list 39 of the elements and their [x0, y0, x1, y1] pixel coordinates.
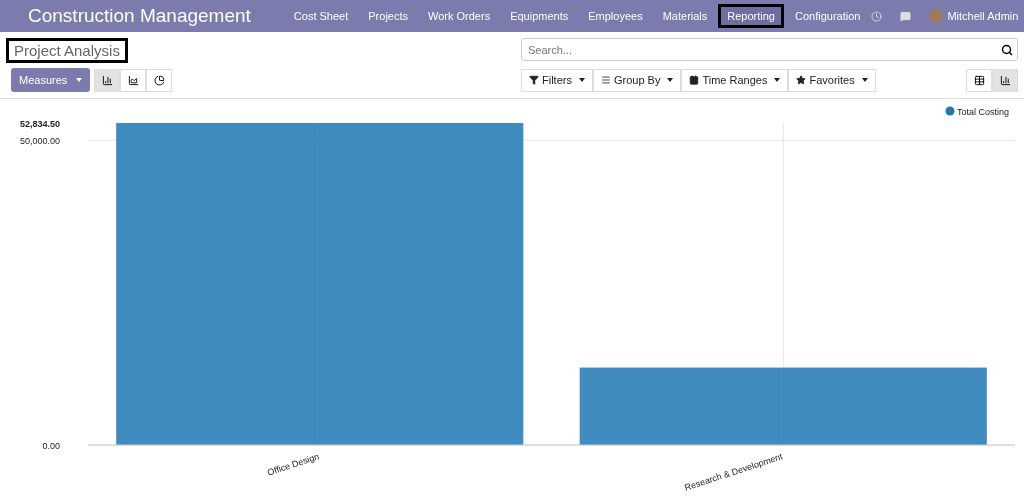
filter-button[interactable]: Favorites — [788, 68, 876, 92]
chart-type-button[interactable] — [94, 68, 121, 92]
filter-button[interactable]: Group By — [592, 68, 682, 92]
chart-type-button[interactable] — [120, 68, 147, 92]
axis-label: Office Design — [266, 451, 321, 478]
menu-item[interactable]: Materials — [653, 4, 717, 28]
group-icon — [600, 75, 611, 85]
menu-item[interactable]: Employees — [579, 4, 652, 28]
bar-chart-icon — [101, 74, 113, 86]
axis-label: 50,000.00 — [19, 136, 60, 147]
view-switch-button[interactable] — [966, 68, 992, 92]
search-icon[interactable] — [1001, 43, 1013, 56]
menu-item[interactable]: Equipments — [501, 4, 578, 28]
menu-item[interactable]: Configuration — [786, 4, 870, 28]
axis-label: 52,834.50 — [19, 119, 60, 129]
search-field[interactable]: Search... — [521, 38, 1018, 61]
avatar — [929, 9, 944, 23]
clock-icon[interactable] — [871, 10, 883, 22]
menu-item[interactable]: Projects — [359, 4, 417, 28]
axis-label: 0.00 — [42, 441, 60, 451]
pie-chart-icon — [153, 74, 165, 86]
page-title: Project Analysis — [6, 38, 128, 63]
measures-button[interactable]: Measures — [11, 68, 91, 92]
menu-item[interactable]: Reporting — [718, 4, 784, 28]
user-menu[interactable]: Mitchell Admin — [929, 9, 1024, 23]
menu-item[interactable]: Cost Sheet — [284, 4, 358, 28]
filter-button[interactable]: Filters — [521, 68, 593, 92]
bar-chart-icon — [999, 74, 1011, 86]
menu-item[interactable]: Work Orders — [419, 4, 500, 28]
filter-button[interactable]: Time Ranges — [681, 68, 789, 92]
chat-icon[interactable] — [900, 10, 912, 22]
legend-label: Total Costing — [957, 106, 1010, 117]
filter-icon — [529, 75, 539, 85]
table-icon — [973, 74, 985, 86]
area-chart-icon — [127, 74, 139, 86]
favorite-icon — [796, 75, 807, 85]
chart-type-button[interactable] — [146, 68, 173, 92]
app-title: Construction Management — [28, 5, 251, 27]
view-switch-button[interactable] — [992, 68, 1018, 92]
